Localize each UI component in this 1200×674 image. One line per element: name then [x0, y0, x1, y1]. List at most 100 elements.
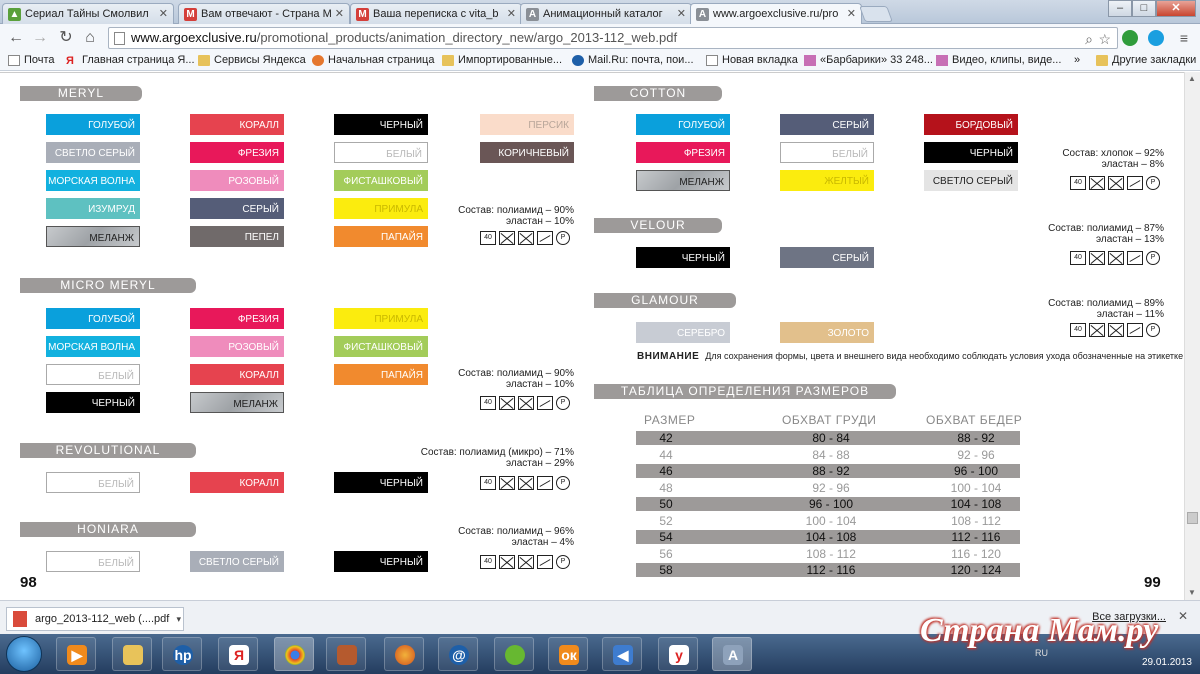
taskbar-explorer[interactable]: [112, 637, 152, 671]
no-tumble-dry-icon: [1108, 323, 1124, 337]
taskbar-chrome[interactable]: [274, 637, 314, 671]
browser-tab[interactable]: ▲ Сериал Тайны Смолвил ✕: [2, 3, 174, 24]
back-icon[interactable]: ←: [6, 28, 26, 48]
dry-clean-p-icon: P: [1146, 176, 1160, 190]
tab-strip: ▲ Сериал Тайны Смолвил ✕ M Вам отвечают - Ст…: [0, 0, 1200, 25]
chest-cell: 104 - 108: [805, 530, 857, 544]
close-tab-icon[interactable]: ✕: [507, 7, 516, 20]
tab-favicon: ▲: [8, 8, 21, 21]
minimize-button[interactable]: –: [1108, 0, 1132, 17]
color-swatch: РОЗОВЫЙ: [190, 170, 284, 191]
new-tab-button[interactable]: [859, 6, 893, 22]
dry-clean-p-icon: P: [556, 231, 570, 245]
bookmark-folder[interactable]: Сервисы Яндекса: [198, 54, 306, 66]
scroll-down-icon[interactable]: ▼: [1188, 588, 1196, 597]
taskbar-hp[interactable]: hp: [162, 637, 202, 671]
bookmark-item[interactable]: Начальная страница: [312, 54, 434, 66]
color-swatch: ЖЕЛТЫЙ: [780, 170, 874, 191]
page-number-right: 99: [1144, 574, 1161, 591]
bookmarks-overflow-icon[interactable]: »: [1074, 54, 1080, 66]
bookmark-folder[interactable]: Другие закладки: [1096, 54, 1196, 66]
color-swatch: БЕЛЫЙ: [334, 142, 428, 163]
browser-tab[interactable]: Awww.argoexclusive.ru/pro ✕: [690, 3, 862, 25]
composition-line: эластан – 4%: [511, 537, 574, 548]
iron-icon: [537, 231, 553, 245]
composition-text: Состав: полиамид – 87% эластан – 13%: [1048, 223, 1164, 245]
forward-icon[interactable]: →: [30, 28, 50, 48]
color-swatch: ФИСТАШКОВЫЙ: [334, 170, 428, 191]
bookmark-item[interactable]: Видео, клипы, виде...: [936, 54, 1061, 66]
tab-favicon: M: [184, 8, 197, 21]
composition-line: Состав: полиамид – 90%: [458, 205, 574, 216]
chest-cell: 108 - 112: [806, 546, 856, 561]
bookmark-item[interactable]: Почта: [8, 54, 55, 66]
close-window-button[interactable]: ✕: [1156, 0, 1196, 17]
vertical-scrollbar[interactable]: ▲ ▼: [1184, 72, 1200, 600]
color-swatch: ГОЛУБОЙ: [46, 308, 140, 329]
size-row: 48 92 - 96 100 - 104: [636, 481, 1020, 495]
dry-clean-p-icon: P: [556, 555, 570, 569]
taskbar-app[interactable]: [326, 637, 366, 671]
close-tab-icon[interactable]: ✕: [677, 7, 686, 20]
composition-line: Состав: полиамид – 96%: [458, 526, 574, 537]
color-swatch: ПЕРСИК: [480, 114, 574, 135]
no-bleach-icon: [1089, 323, 1105, 337]
hip-cell: 100 - 104: [950, 480, 1002, 495]
taskbar-odnoklassniki[interactable]: ок: [548, 637, 588, 671]
wrench-menu-icon[interactable]: ≡: [1174, 28, 1194, 48]
iron-icon: [537, 476, 553, 490]
close-tab-icon[interactable]: ✕: [335, 7, 344, 20]
close-tab-icon[interactable]: ✕: [847, 7, 856, 20]
taskbar-media-player[interactable]: ▶: [56, 637, 96, 671]
home-icon[interactable]: ⌂: [80, 28, 100, 48]
star-icon[interactable]: ☆: [1098, 29, 1111, 49]
address-bar[interactable]: www.argoexclusive.ru/promotional_product…: [108, 27, 1118, 49]
skype-icon[interactable]: [1148, 30, 1164, 46]
browser-tab[interactable]: A Анимационный каталог ✕: [520, 3, 692, 24]
maximize-button[interactable]: □: [1132, 0, 1156, 17]
section-header: MERYL: [20, 86, 142, 101]
search-icon[interactable]: ⌕: [1085, 29, 1093, 49]
taskbar-mail[interactable]: @: [438, 637, 478, 671]
composition-line: эластан – 10%: [506, 216, 574, 227]
color-swatch: КОРАЛЛ: [190, 472, 284, 493]
download-item[interactable]: argo_2013-112_web (....pdf ▾: [6, 607, 184, 631]
browser-tab[interactable]: M Ваша переписка с vita_b ✕: [350, 3, 522, 24]
care-note: ВНИМАНИЕ Для сохранения формы, цвета и вн…: [637, 351, 1184, 362]
start-button[interactable]: [6, 636, 42, 672]
hip-cell: 112 - 116: [951, 530, 1001, 544]
taskbar-audio[interactable]: ◀: [602, 637, 642, 671]
bookmark-item[interactable]: Mail.Ru: почта, пои...: [572, 54, 694, 66]
care-symbols: 40 P: [480, 476, 570, 490]
reload-icon[interactable]: ↻: [56, 28, 76, 48]
bookmark-item[interactable]: Новая вкладка: [706, 54, 798, 66]
note-title: ВНИМАНИЕ: [637, 351, 700, 362]
no-tumble-dry-icon: [518, 396, 534, 410]
extension-green-icon[interactable]: [1122, 30, 1138, 46]
taskbar-yandex-browser[interactable]: у: [658, 637, 698, 671]
no-bleach-icon: [1089, 176, 1105, 190]
wash-40-icon: 40: [480, 396, 496, 410]
wash-40-icon: 40: [480, 555, 496, 569]
language-indicator[interactable]: RU: [1035, 648, 1048, 658]
browser-tab[interactable]: M Вам отвечают - Страна М ✕: [178, 3, 350, 24]
taskbar-archive[interactable]: A: [712, 637, 752, 671]
bookmark-folder[interactable]: Импортированные...: [442, 54, 562, 66]
scroll-thumb[interactable]: [1187, 512, 1198, 524]
address-domain: www.argoexclusive.ru: [131, 30, 257, 45]
section-header: MICRO MERYL: [20, 278, 196, 293]
color-swatch: МЕЛАНЖ: [46, 226, 140, 247]
composition-line: эластан – 8%: [1101, 159, 1164, 170]
color-swatch: ФИСТАШКОВЫЙ: [334, 336, 428, 357]
taskbar-icq[interactable]: [494, 637, 534, 671]
scroll-up-icon[interactable]: ▲: [1188, 74, 1196, 83]
size-row: 58 112 - 116 120 - 124: [636, 563, 1020, 577]
close-tab-icon[interactable]: ✕: [159, 7, 168, 20]
bookmark-item[interactable]: Я Главная страница Я...: [66, 54, 195, 67]
taskbar-yandex[interactable]: Я: [218, 637, 258, 671]
download-menu-icon[interactable]: ▾: [176, 608, 181, 630]
size-cell: 50: [659, 497, 673, 511]
taskbar-firefox[interactable]: [384, 637, 424, 671]
bookmark-item[interactable]: «Барбарики» 33 248...: [804, 54, 933, 66]
close-downloads-icon[interactable]: ✕: [1178, 609, 1188, 623]
